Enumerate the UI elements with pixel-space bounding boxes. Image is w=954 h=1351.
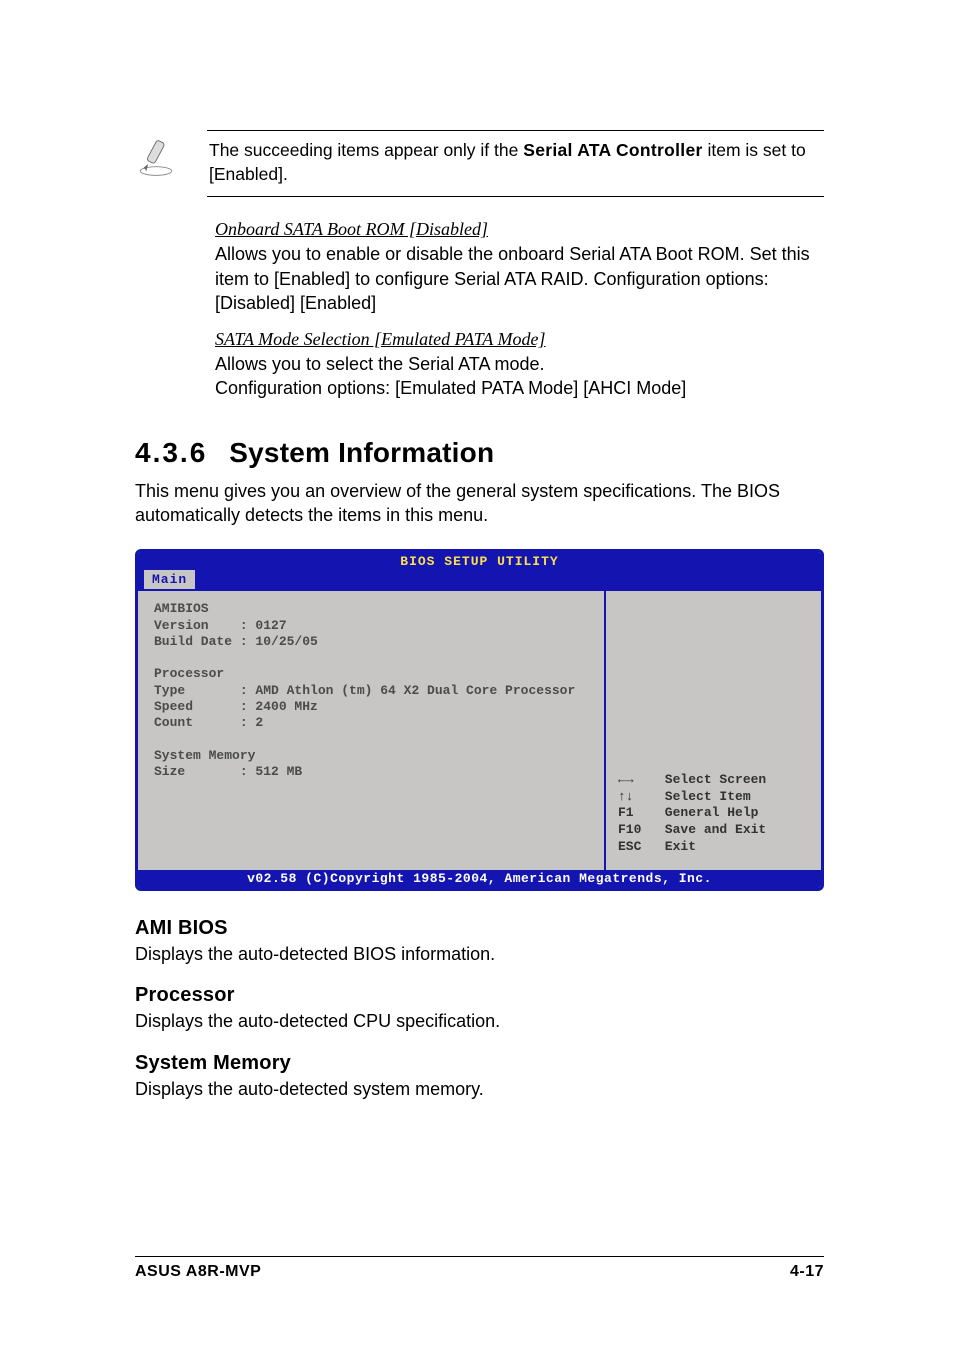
footer-page-number: 4-17	[790, 1263, 824, 1281]
sub-body: Displays the auto-detected system memory…	[135, 1077, 824, 1101]
section-number: 4.3.6	[135, 437, 207, 469]
bios-help-panel: ←→ Select Screen ↑↓ Select Item F1 Gener…	[606, 591, 821, 870]
pencil-note-icon	[135, 136, 177, 178]
config-item-onboard-sata: Onboard SATA Boot ROM [Disabled] Allows …	[215, 219, 824, 315]
sub-body: Displays the auto-detected CPU specifica…	[135, 1009, 824, 1033]
item-title: SATA Mode Selection [Emulated PATA Mode]	[215, 329, 824, 350]
config-item-sata-mode: SATA Mode Selection [Emulated PATA Mode]…	[215, 329, 824, 401]
section-intro: This menu gives you an overview of the g…	[135, 479, 824, 528]
section-title: System Information	[229, 437, 494, 468]
sub-title: System Memory	[135, 1052, 824, 1075]
subsection-ami-bios: AMI BIOS Displays the auto-detected BIOS…	[135, 917, 824, 966]
sub-title: AMI BIOS	[135, 917, 824, 940]
bios-title: BIOS SETUP UTILITY	[138, 552, 821, 570]
sub-title: Processor	[135, 984, 824, 1007]
note-prefix: The succeeding items appear only if the	[209, 140, 523, 160]
item-title: Onboard SATA Boot ROM [Disabled]	[215, 219, 824, 240]
subsection-system-memory: System Memory Displays the auto-detected…	[135, 1052, 824, 1101]
bios-tab-main: Main	[144, 570, 195, 589]
note-text: The succeeding items appear only if the …	[207, 130, 824, 197]
footer-product: ASUS A8R-MVP	[135, 1263, 261, 1281]
bios-info-panel: AMIBIOS Version : 0127 Build Date : 10/2…	[138, 591, 606, 870]
section-heading: 4.3.6 System Information	[135, 437, 824, 469]
item-body: Allows you to enable or disable the onbo…	[215, 242, 824, 315]
bios-tab-row: Main	[138, 570, 821, 591]
subsection-processor: Processor Displays the auto-detected CPU…	[135, 984, 824, 1033]
bios-screenshot: BIOS SETUP UTILITY Main AMIBIOS Version …	[135, 549, 824, 891]
note-callout: The succeeding items appear only if the …	[135, 130, 824, 197]
sub-body: Displays the auto-detected BIOS informat…	[135, 942, 824, 966]
bios-copyright: v02.58 (C)Copyright 1985-2004, American …	[138, 870, 821, 888]
bios-help-keys: ←→ Select Screen ↑↓ Select Item F1 Gener…	[618, 772, 766, 856]
page-footer: ASUS A8R-MVP 4-17	[135, 1256, 824, 1281]
note-bold: Serial ATA Controller	[523, 140, 702, 160]
item-body: Allows you to select the Serial ATA mode…	[215, 352, 824, 401]
